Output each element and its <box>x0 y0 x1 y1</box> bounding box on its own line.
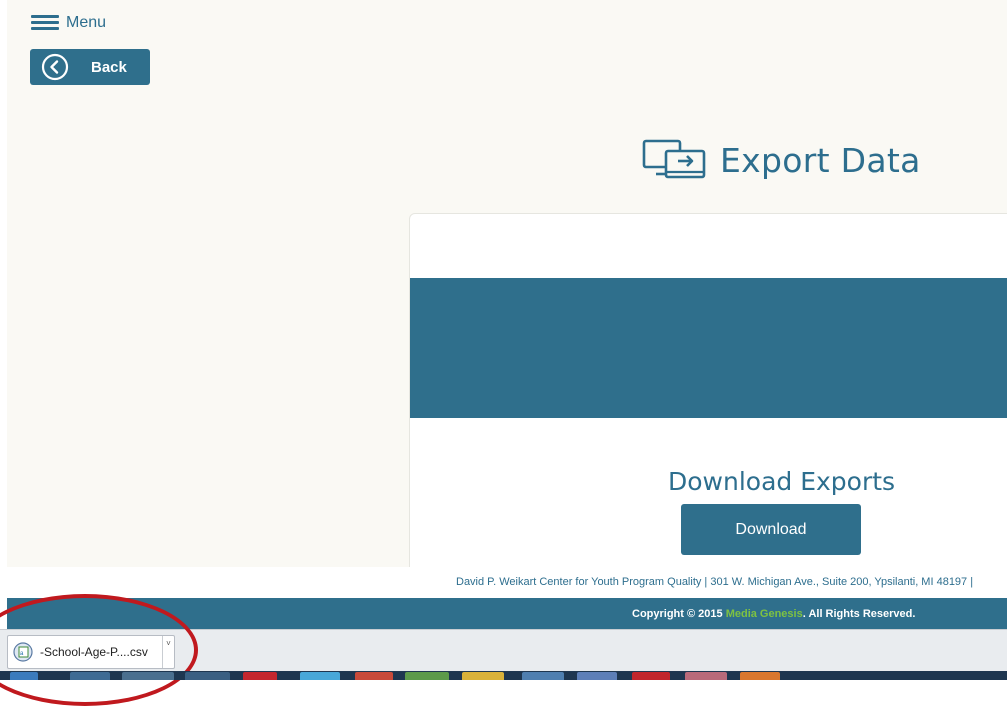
taskbar-app-icon-9[interactable] <box>740 672 780 680</box>
download-exports-heading: Download Exports <box>668 467 896 496</box>
taskbar-app-icon-8[interactable] <box>685 672 727 680</box>
media-genesis-link[interactable]: Media Genesis <box>726 608 803 620</box>
copyright-text: Copyright © 2015 Media Genesis. All Righ… <box>632 608 915 620</box>
copyright-prefix: Copyright © 2015 <box>632 608 726 620</box>
card-header-band <box>410 278 1007 418</box>
copyright-suffix: . All Rights Reserved. <box>802 608 916 620</box>
menu-label: Menu <box>66 14 107 31</box>
taskbar-app-icon-7[interactable] <box>577 672 617 680</box>
taskbar-ie-icon[interactable] <box>70 672 110 680</box>
taskbar-chrome-icon[interactable] <box>355 672 393 680</box>
hamburger-icon <box>31 14 59 32</box>
export-card: Download Exports Download <box>409 213 1007 595</box>
back-arrow-circle-icon <box>41 53 69 81</box>
taskbar-app-icon-3[interactable] <box>300 672 340 680</box>
footer-address-text: David P. Weikart Center for Youth Progra… <box>456 576 974 588</box>
windows-taskbar <box>0 671 1007 680</box>
page-title: Export Data <box>642 136 921 184</box>
download-button[interactable]: Download <box>681 504 861 555</box>
back-button[interactable]: Back <box>30 49 150 85</box>
back-label: Back <box>91 58 127 76</box>
page-title-text: Export Data <box>720 140 921 180</box>
menu-button[interactable]: Menu <box>31 12 106 34</box>
taskbar-app-icon-4[interactable] <box>405 672 449 680</box>
taskbar-acrobat-icon[interactable] <box>632 672 670 680</box>
taskbar-app-icon-2[interactable] <box>243 672 277 680</box>
taskbar-app-icon-1[interactable] <box>185 672 230 680</box>
footer-address-bar: David P. Weikart Center for Youth Progra… <box>0 567 1007 598</box>
taskbar-explorer-icon[interactable] <box>122 672 174 680</box>
devices-export-icon <box>642 139 706 179</box>
taskbar-app-icon-5[interactable] <box>462 672 504 680</box>
taskbar-app-icon-6[interactable] <box>522 672 564 680</box>
taskbar-start-icon[interactable] <box>10 672 38 680</box>
